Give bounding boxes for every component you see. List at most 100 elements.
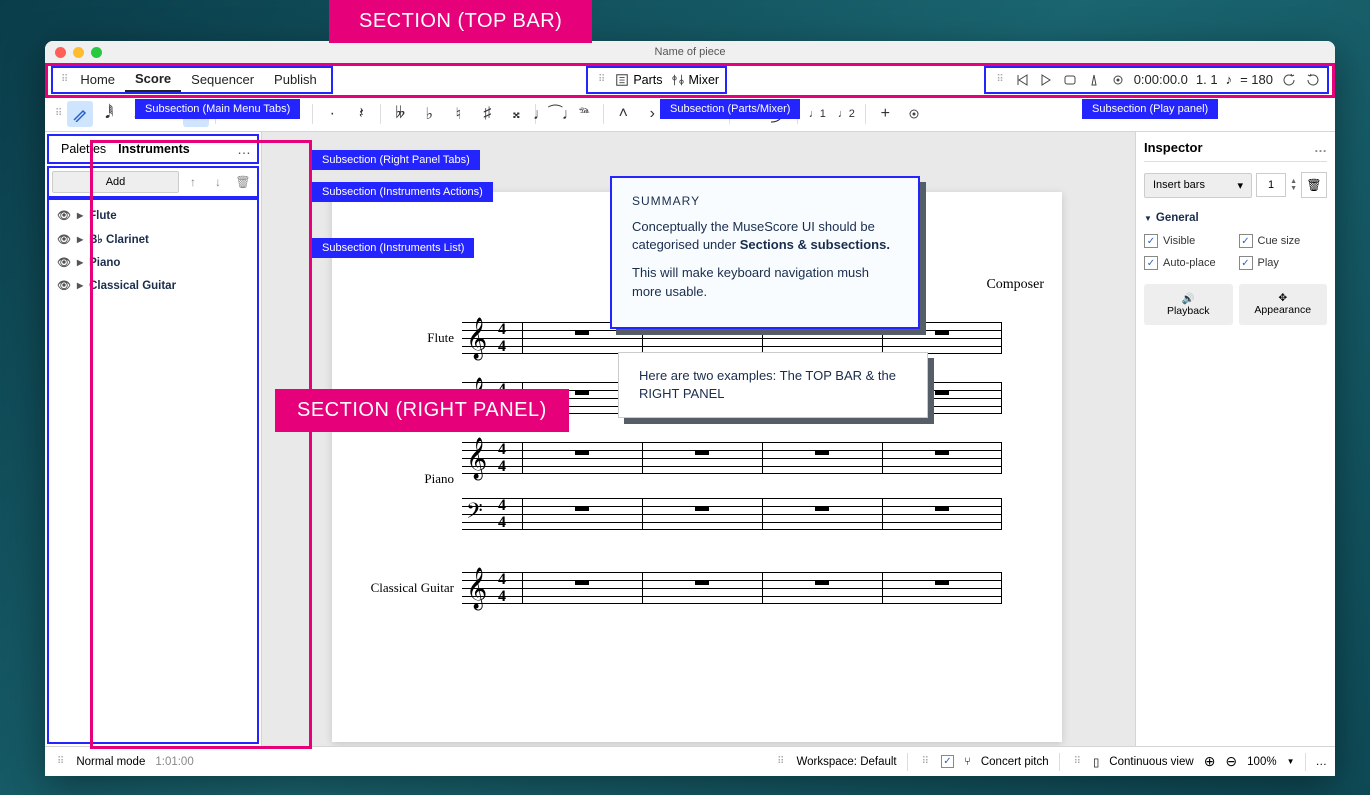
insert-bars-select[interactable]: Insert bars▾ — [1144, 173, 1252, 198]
section-right-panel-label: SECTION (RIGHT PANEL) — [275, 389, 569, 432]
natural-icon[interactable]: ♮ — [445, 101, 471, 127]
add-button[interactable]: Add — [52, 171, 179, 193]
double-flat-icon[interactable]: 𝄫 — [387, 101, 413, 127]
more-icon[interactable]: … — [1316, 756, 1328, 768]
treble-clef-icon: 𝄞 — [466, 437, 487, 480]
add-icon[interactable]: + — [872, 101, 898, 127]
tab-home[interactable]: Home — [70, 68, 125, 91]
settings-icon[interactable] — [1110, 72, 1126, 88]
duration-label: 1:01:00 — [155, 756, 193, 768]
drag-handle-icon[interactable]: ⠿ — [992, 74, 1005, 85]
tab-sequencer[interactable]: Sequencer — [181, 68, 264, 91]
sharp-icon[interactable]: ♯ — [474, 101, 500, 127]
tab-score[interactable]: Score — [125, 67, 181, 92]
tab-instruments[interactable]: Instruments — [112, 140, 196, 158]
list-item[interactable]: 👁▶Classical Guitar — [49, 274, 257, 297]
eye-icon[interactable]: 👁 — [57, 256, 71, 269]
tuning-fork-icon: ⑂ — [964, 756, 971, 768]
concert-pitch-checkbox[interactable]: ✓ — [941, 755, 954, 768]
more-icon[interactable]: … — [237, 141, 251, 157]
parts-button[interactable]: Parts — [615, 73, 662, 87]
list-item[interactable]: 👁▶Piano — [49, 251, 257, 274]
top-bar: ⠿ Home Score Sequencer Publish ⠿ Parts M… — [45, 63, 1335, 96]
rest-icon[interactable]: 𝄽 — [348, 101, 374, 127]
note-input-icon[interactable] — [67, 101, 93, 127]
drag-handle-icon[interactable]: ⠿ — [1070, 756, 1083, 767]
minimize-window-icon[interactable] — [73, 47, 84, 58]
double-sharp-icon[interactable]: 𝄪 — [503, 101, 529, 127]
voice-1-icon[interactable]: ♩1 — [804, 101, 830, 127]
tempo-note-icon: ♪ — [1226, 72, 1233, 87]
expand-icon[interactable]: ▶ — [77, 281, 83, 290]
cue-size-checkbox[interactable]: ✓Cue size — [1239, 234, 1328, 248]
expand-icon[interactable]: ▶ — [77, 211, 83, 220]
stepper-down-icon[interactable]: ▼ — [1290, 185, 1297, 192]
drag-handle-icon[interactable]: ⠿ — [594, 74, 607, 85]
tie-icon[interactable]: ♩⁀♩ — [542, 101, 568, 127]
drag-handle-icon[interactable]: ⠿ — [51, 108, 64, 119]
tab-palettes[interactable]: Palettes — [55, 140, 112, 158]
maximize-window-icon[interactable] — [91, 47, 102, 58]
inspector-panel: Inspector… Insert bars▾ 1 ▲▼ 🗑 ▼General … — [1135, 132, 1335, 746]
expand-icon[interactable]: ▶ — [77, 235, 83, 244]
play-panel: ⠿ 0:00:00.0 1. 1 ♪ = 180 — [984, 66, 1329, 94]
voice-2-icon[interactable]: ♩2 — [833, 101, 859, 127]
auto-place-checkbox[interactable]: ✓Auto-place — [1144, 256, 1233, 270]
note-64th-icon[interactable]: 𝅘𝅥𝅱 — [96, 101, 122, 127]
move-icon: ✥ — [1243, 292, 1324, 304]
marcato-icon[interactable]: ˄ — [610, 101, 636, 127]
zoom-in-icon[interactable]: ⊕ — [1204, 753, 1216, 770]
drag-handle-icon[interactable]: ⠿ — [773, 756, 786, 767]
view-select[interactable]: Continuous view — [1109, 756, 1193, 768]
more-icon[interactable]: … — [1314, 140, 1327, 155]
play-checkbox[interactable]: ✓Play — [1239, 256, 1328, 270]
playback-button[interactable]: 🔊Playback — [1144, 284, 1233, 325]
parts-mixer-group: ⠿ Parts Mixer — [586, 66, 727, 94]
tab-publish[interactable]: Publish — [264, 68, 327, 91]
list-item[interactable]: 👁▶Flute — [49, 204, 257, 227]
drag-handle-icon[interactable]: ⠿ — [57, 74, 70, 85]
drag-handle-icon[interactable]: ⠿ — [53, 756, 66, 767]
move-down-icon[interactable]: ↓ — [207, 171, 229, 193]
slur-icon[interactable]: 𝆮 — [571, 101, 597, 127]
gear-icon[interactable] — [901, 101, 927, 127]
eye-icon[interactable]: 👁 — [57, 279, 71, 292]
eye-icon[interactable]: 👁 — [57, 209, 71, 222]
list-item[interactable]: 👁▶B♭ Clarinet — [49, 227, 257, 251]
sub-main-label: Subsection (Main Menu Tabs) — [135, 99, 300, 119]
redo-icon[interactable] — [1305, 72, 1321, 88]
visible-checkbox[interactable]: ✓Visible — [1144, 234, 1233, 248]
metronome-icon[interactable] — [1086, 72, 1102, 88]
titlebar: Name of piece — [45, 41, 1335, 63]
play-icon[interactable] — [1038, 72, 1054, 88]
window-title: Name of piece — [655, 46, 726, 58]
mixer-button[interactable]: Mixer — [671, 73, 720, 87]
move-up-icon[interactable]: ↑ — [182, 171, 204, 193]
staff-label: Flute — [427, 330, 454, 346]
stepper-up-icon[interactable]: ▲ — [1290, 178, 1297, 185]
expand-icon[interactable]: ▶ — [77, 258, 83, 267]
delete-bars-icon[interactable]: 🗑 — [1301, 172, 1327, 198]
left-panel: Palettes Instruments … Add ↑ ↓ 🗑 👁▶Flute… — [45, 132, 262, 746]
zoom-value[interactable]: 100% — [1247, 756, 1276, 768]
flat-icon[interactable]: ♭ — [416, 101, 442, 127]
staff-label: Piano — [424, 471, 454, 487]
delete-icon[interactable]: 🗑 — [232, 171, 254, 193]
drag-handle-icon[interactable]: ⠿ — [918, 756, 931, 767]
undo-icon[interactable] — [1281, 72, 1297, 88]
sub-list-label: Subsection (Instruments List) — [312, 238, 474, 258]
mode-label: Normal mode — [76, 756, 145, 768]
eye-icon[interactable]: 👁 — [57, 233, 71, 246]
staff-label: Classical Guitar — [371, 580, 454, 596]
rewind-icon[interactable] — [1014, 72, 1030, 88]
play-time: 0:00:00.0 — [1134, 72, 1188, 87]
zoom-out-icon[interactable]: ⊖ — [1225, 753, 1237, 770]
bar-count-input[interactable]: 1 — [1256, 173, 1286, 197]
appearance-button[interactable]: ✥Appearance — [1239, 284, 1328, 325]
collapse-icon[interactable]: ▼ — [1144, 214, 1152, 223]
loop-icon[interactable] — [1062, 72, 1078, 88]
play-beat: 1. 1 — [1196, 72, 1218, 87]
close-window-icon[interactable] — [55, 47, 66, 58]
dot-icon[interactable]: · — [319, 101, 345, 127]
concert-pitch-label: Concert pitch — [981, 756, 1049, 768]
